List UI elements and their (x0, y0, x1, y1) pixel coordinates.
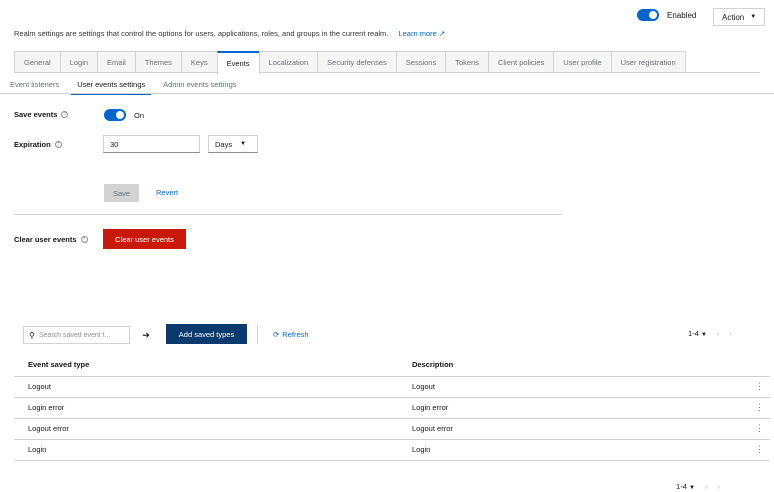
form-divider (14, 214, 562, 215)
revert-button[interactable]: Revert (156, 188, 178, 197)
kebab-menu-icon[interactable]: ⋮ (740, 418, 770, 440)
save-button-label: Save (112, 188, 131, 198)
learn-more-label: Learn more (398, 29, 437, 38)
revert-button-label: Revert (156, 188, 179, 197)
column-header: Event saved type (14, 354, 412, 377)
learn-more-link[interactable]: Learn more ↗ (398, 29, 445, 38)
previous-page-icon[interactable]: ‹ (705, 482, 708, 491)
intro-text: Realm settings are settings that control… (14, 29, 389, 38)
clear-user-events-button[interactable]: Clear user events (103, 229, 186, 249)
enabled-toggle[interactable] (637, 9, 659, 21)
search-input[interactable]: ⚲ Search saved event t... (23, 326, 130, 344)
event-type-cell: Logout (14, 376, 412, 398)
caret-down-icon: ▼ (700, 332, 707, 338)
enabled-switch[interactable]: Enabled (637, 9, 696, 21)
refresh-label: Refresh (282, 330, 309, 339)
description-cell: Login error (412, 397, 740, 419)
search-icon: ⚲ (29, 330, 35, 340)
external-link-icon: ↗ (438, 29, 446, 38)
previous-page-icon[interactable]: ‹ (717, 329, 720, 338)
event-type-cell: Logout error (14, 418, 412, 440)
search-submit-button[interactable]: ➔ (137, 326, 155, 344)
tab-login[interactable]: Login (59, 51, 99, 72)
expiration-label: Expiration ? (14, 140, 62, 149)
clear-button-label: Clear user events (115, 234, 174, 244)
saved-types-table: Event saved type Description Logout Logou… (14, 354, 770, 461)
table-row: Logout error Logout error ⋮ (14, 418, 770, 440)
tab-sessions[interactable]: Sessions (395, 51, 447, 72)
refresh-icon: ⟳ (273, 330, 280, 339)
action-dropdown[interactable]: Action ▼ (713, 8, 766, 26)
realm-tabs: General Login Email Themes Keys Events Localiz… (14, 51, 760, 74)
kebab-menu-icon[interactable]: ⋮ (740, 439, 770, 461)
help-icon[interactable]: ? (61, 111, 69, 118)
tab-client-policies[interactable]: Client policies (487, 51, 555, 72)
column-header-actions (740, 354, 770, 377)
kebab-menu-icon[interactable]: ⋮ (740, 376, 770, 398)
tab-keys[interactable]: Keys (180, 51, 218, 72)
event-type-cell: Login (14, 439, 412, 461)
action-label: Action (722, 12, 745, 22)
tab-general[interactable]: General (14, 51, 61, 72)
realm-intro: Realm settings are settings that control… (14, 29, 445, 38)
help-icon[interactable]: ? (80, 236, 88, 243)
next-page-icon[interactable]: › (717, 482, 720, 491)
table-row: Login Login ⋮ (14, 439, 770, 461)
clear-user-events-label: Clear user events ? (14, 235, 88, 244)
expiration-unit-value: Days (215, 139, 233, 149)
bottom-pagination: 1-4 ▼ ‹ › (676, 482, 720, 491)
save-button[interactable]: Save (104, 184, 139, 202)
pagination-range: 1-4 (676, 482, 687, 491)
help-icon[interactable]: ? (54, 141, 62, 148)
save-events-value: On (134, 110, 145, 120)
expiration-input[interactable]: 30 (103, 135, 200, 153)
pagination-range-select[interactable]: 1-4 ▼ (676, 482, 695, 491)
description-cell: Logout (412, 376, 740, 398)
pagination-range-select[interactable]: 1-4 ▼ (688, 329, 707, 338)
add-button-label: Add saved types (178, 329, 235, 339)
description-cell: Login (412, 439, 740, 461)
caret-down-icon: ▼ (688, 485, 695, 491)
tab-themes[interactable]: Themes (134, 51, 182, 72)
tab-user-profile[interactable]: User profile (553, 51, 612, 72)
pagination-range: 1-4 (688, 329, 699, 338)
clear-label-text: Clear user events (14, 235, 77, 244)
expiration-unit-select[interactable]: Days ▼ (208, 135, 258, 153)
next-page-icon[interactable]: › (729, 329, 732, 338)
table-row: Login error Login error ⋮ (14, 397, 770, 419)
save-events-switch[interactable]: On (104, 109, 144, 121)
caret-down-icon: ▼ (240, 141, 247, 147)
enabled-label: Enabled (667, 10, 697, 20)
tab-email[interactable]: Email (97, 51, 136, 72)
tab-events[interactable]: Events (216, 51, 260, 74)
refresh-button[interactable]: ⟳ Refresh (273, 330, 309, 339)
table-header-row: Event saved type Description (14, 354, 770, 377)
subtab-divider (0, 93, 774, 94)
event-type-cell: Login error (14, 397, 412, 419)
tab-user-registration[interactable]: User registration (610, 51, 686, 72)
kebab-menu-icon[interactable]: ⋮ (740, 397, 770, 419)
tab-tokens[interactable]: Tokens (445, 51, 489, 72)
arrow-right-icon: ➔ (142, 329, 150, 340)
table-row: Logout Logout ⋮ (14, 376, 770, 398)
save-events-toggle[interactable] (104, 109, 126, 121)
description-cell: Logout error (412, 418, 740, 440)
column-header: Description (412, 354, 740, 377)
add-saved-types-button[interactable]: Add saved types (166, 324, 247, 344)
top-pagination: 1-4 ▼ ‹ › (688, 329, 732, 338)
tab-localization[interactable]: Localization (258, 51, 319, 72)
save-events-text: Save events (14, 110, 58, 119)
expiration-value: 30 (110, 139, 119, 149)
save-events-label: Save events ? (14, 110, 69, 119)
caret-down-icon: ▼ (750, 14, 757, 20)
tab-security-defenses[interactable]: Security defenses (317, 51, 397, 72)
toolbar-separator (257, 324, 258, 344)
search-placeholder: Search saved event t... (38, 331, 111, 339)
expiration-text: Expiration (14, 140, 51, 149)
